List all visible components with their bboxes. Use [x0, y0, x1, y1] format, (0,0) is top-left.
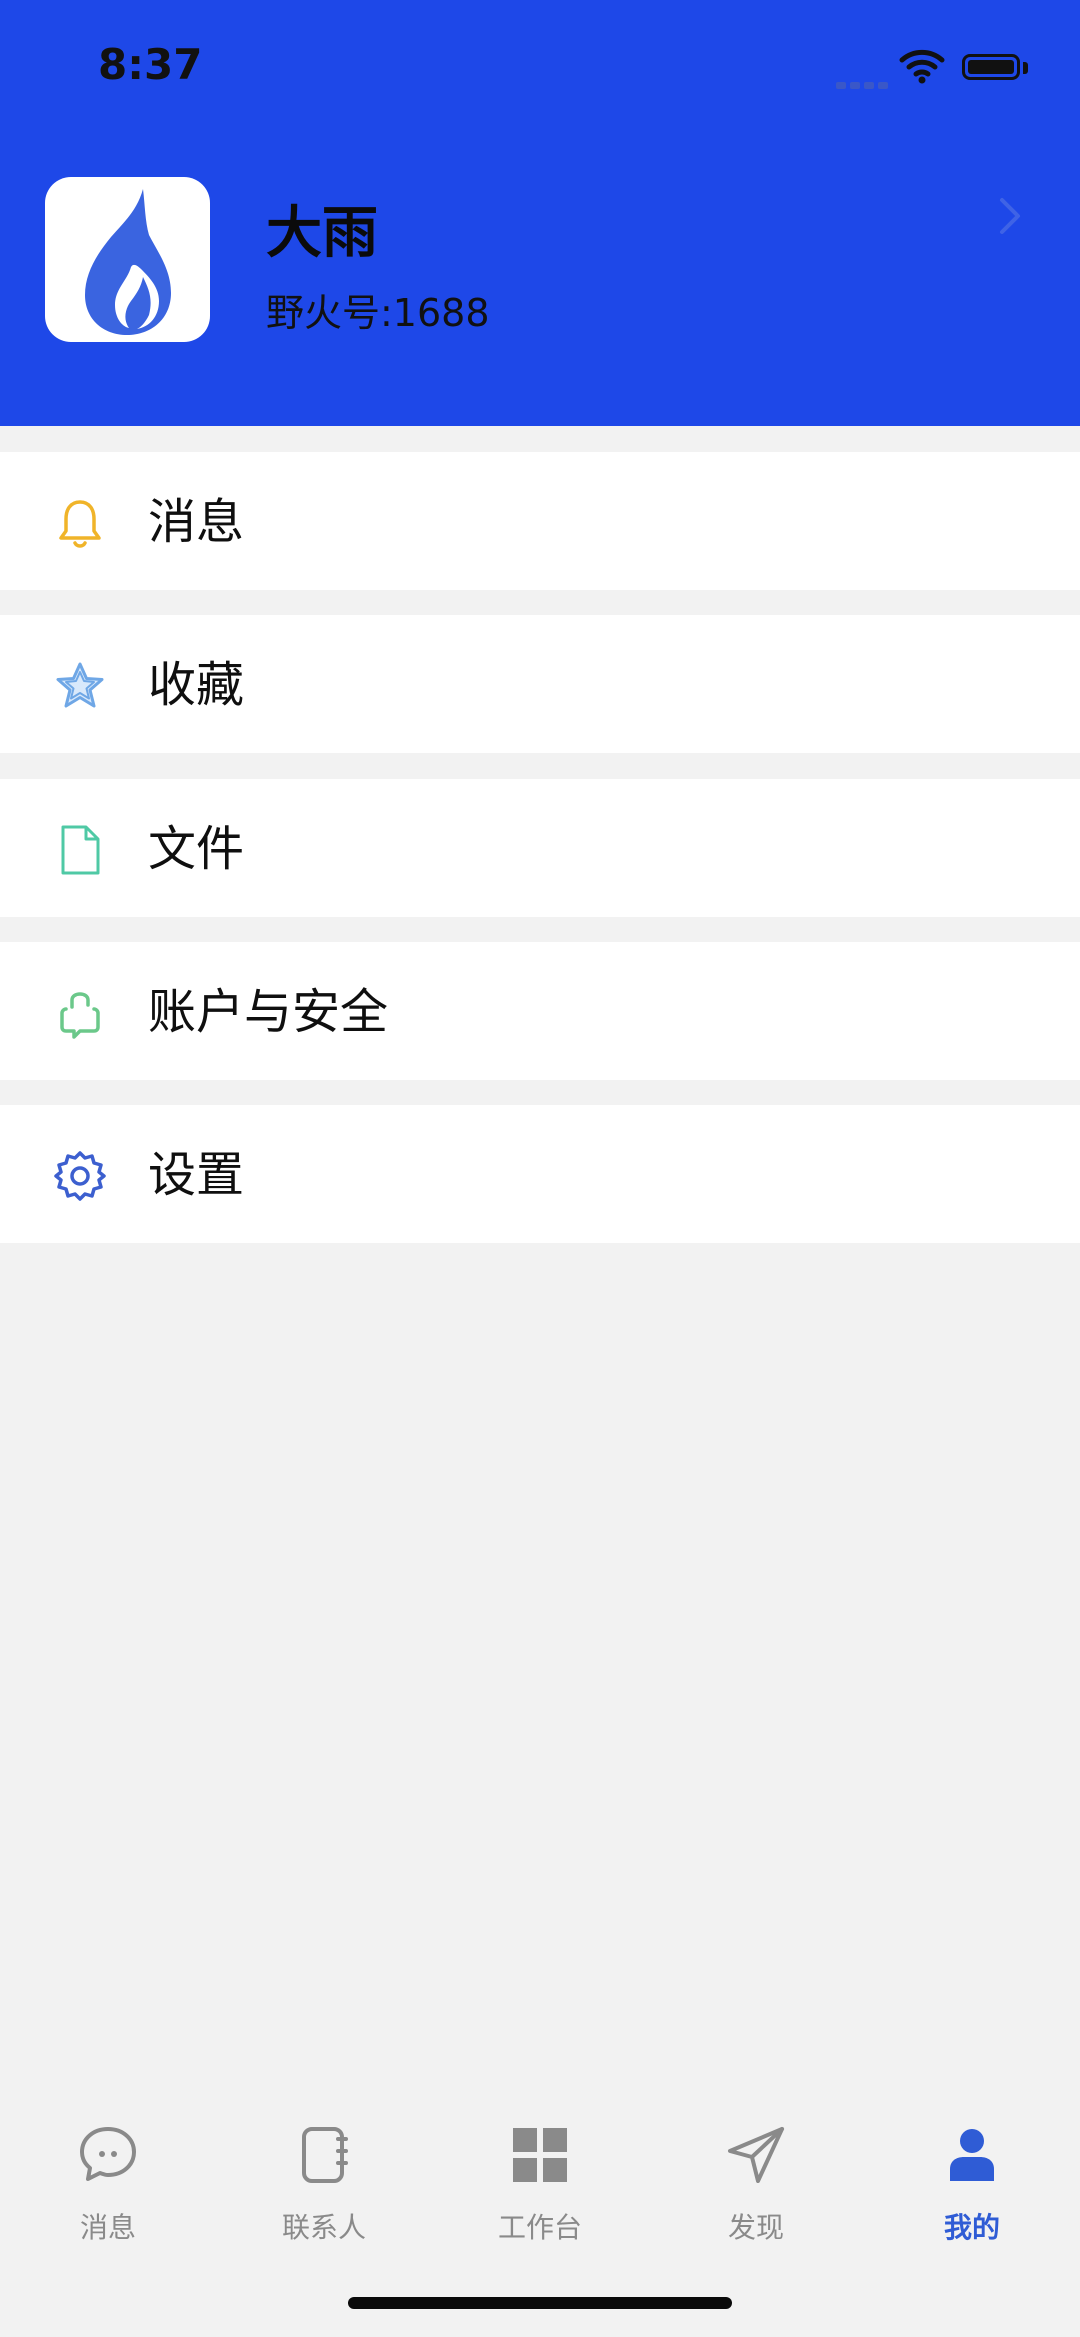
chat-icon: [80, 2127, 136, 2181]
contacts-icon: [302, 2127, 348, 2183]
home-indicator: [348, 2297, 732, 2309]
menu-item-label: 账户与安全: [148, 984, 389, 1040]
menu-item-label: 消息: [148, 494, 245, 550]
lock-icon: [60, 992, 100, 1039]
menu-item-label: 收藏: [148, 657, 245, 713]
tab-label: 我的: [943, 2211, 1000, 2244]
signal-icon: [836, 74, 892, 93]
workbench-icon: [513, 2128, 567, 2182]
tab-label: 发现: [727, 2211, 784, 2244]
flame-logo-icon: [85, 189, 171, 335]
menu-item-label: 文件: [148, 821, 245, 877]
file-icon: [61, 825, 100, 875]
star-icon: [56, 662, 104, 708]
menu-item-account-security[interactable]: 账户与安全: [0, 942, 1080, 1080]
status-icons: [836, 48, 1036, 89]
menu-item-messages[interactable]: 消息: [0, 452, 1080, 590]
status-time: 8:37: [98, 40, 203, 89]
tab-label: 联系人: [281, 2211, 366, 2244]
tab-messages[interactable]: 消息: [0, 2105, 216, 2255]
profile-id: 野火号:1688: [266, 291, 490, 335]
tab-label: 消息: [79, 2211, 136, 2244]
menu-item-settings[interactable]: 设置: [0, 1105, 1080, 1243]
tab-workbench[interactable]: 工作台: [432, 2105, 648, 2255]
menu-item-files[interactable]: 文件: [0, 779, 1080, 917]
chevron-right-icon[interactable]: [996, 194, 1024, 238]
gear-icon: [54, 1151, 106, 1201]
profile-header: 8:37 大雨 野火号:1688: [0, 0, 1080, 426]
battery-icon: [962, 54, 1020, 80]
profile-icon: [950, 2129, 994, 2181]
tab-me[interactable]: 我的: [864, 2105, 1080, 2255]
tab-label: 工作台: [497, 2211, 582, 2244]
menu-item-label: 设置: [148, 1147, 245, 1203]
menu-item-favorites[interactable]: 收藏: [0, 615, 1080, 753]
discover-icon: [728, 2127, 784, 2183]
profile-name[interactable]: 大雨: [266, 188, 378, 269]
bell-icon: [59, 500, 101, 548]
wifi-icon: [899, 49, 945, 84]
tab-discover[interactable]: 发现: [648, 2105, 864, 2255]
avatar[interactable]: [45, 177, 210, 342]
tab-contacts[interactable]: 联系人: [216, 2105, 432, 2255]
